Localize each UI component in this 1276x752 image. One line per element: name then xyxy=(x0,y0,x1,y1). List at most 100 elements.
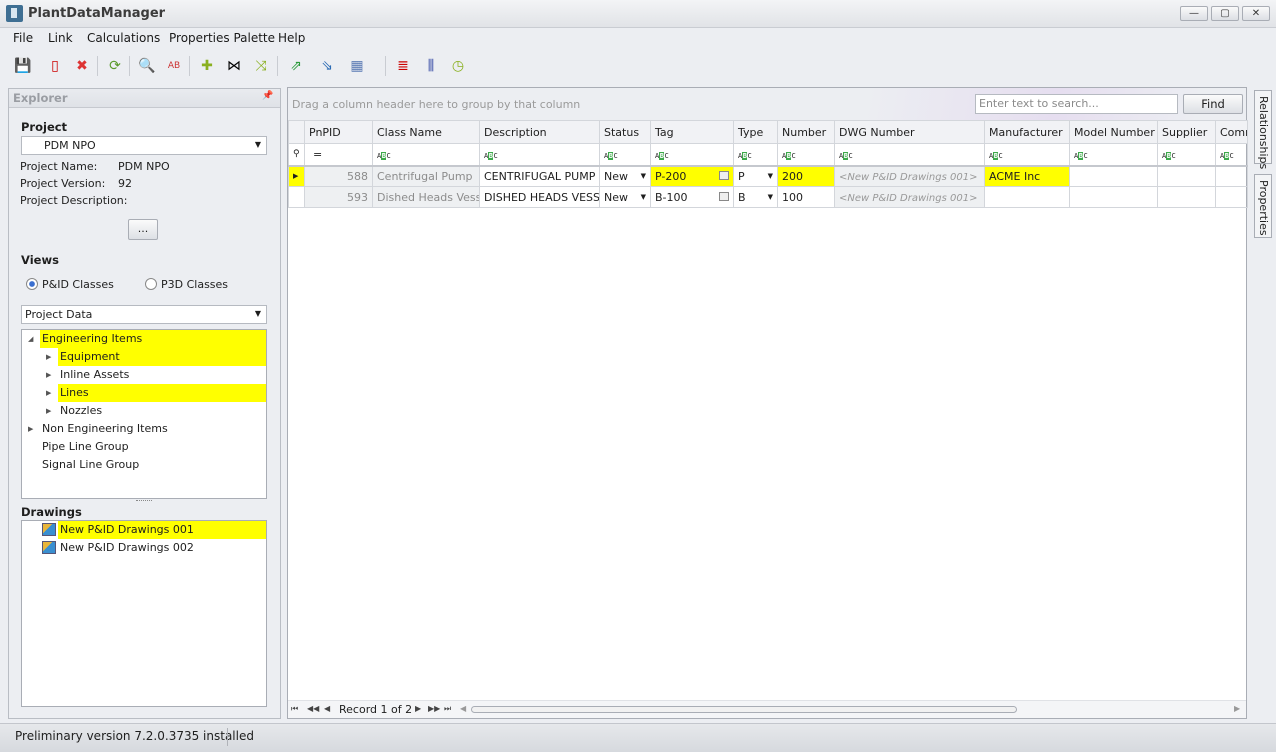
radio-pid-label[interactable]: P&ID Classes xyxy=(42,278,114,291)
cell-manufacturer[interactable]: ACME Inc xyxy=(984,165,1070,187)
cell-supplier[interactable] xyxy=(1157,165,1216,187)
history-icon[interactable]: ◷ xyxy=(448,56,468,76)
add-connected-icon[interactable]: ⋈ xyxy=(224,56,244,76)
radio-pid-classes[interactable] xyxy=(26,278,38,290)
cell-number[interactable]: 100 xyxy=(777,186,835,208)
tab-relationships[interactable]: Relationships xyxy=(1254,90,1272,169)
cell-comm[interactable] xyxy=(1215,186,1248,208)
collapse-icon[interactable]: ◢ xyxy=(28,335,33,343)
tree-item[interactable]: Nozzles xyxy=(58,402,266,420)
column-header[interactable]: Model Number xyxy=(1069,120,1158,144)
first-record-icon[interactable]: ⏮ xyxy=(291,704,298,714)
highlight-colors-icon[interactable]: ≣ xyxy=(393,56,413,76)
column-header[interactable]: Class Name xyxy=(372,120,480,144)
tab-properties[interactable]: Properties xyxy=(1254,174,1272,238)
chevron-down-icon[interactable]: ▼ xyxy=(768,193,773,201)
tree-item[interactable]: Signal Line Group xyxy=(40,456,266,474)
calendar-button-icon[interactable] xyxy=(719,170,729,180)
expand-icon[interactable]: ▶ xyxy=(46,389,51,397)
filter-cell[interactable]: ABC xyxy=(1215,143,1248,167)
column-header[interactable]: Supplier xyxy=(1157,120,1216,144)
cell-tag[interactable]: B-100 xyxy=(650,186,734,208)
pin-icon[interactable]: 📌 xyxy=(262,91,273,101)
shuffle-icon[interactable]: ⤨ xyxy=(251,56,271,76)
column-header[interactable]: DWG Number xyxy=(834,120,985,144)
cell-manufacturer[interactable] xyxy=(984,186,1070,208)
drawing-item[interactable]: New P&ID Drawings 002 xyxy=(58,539,266,557)
search-input[interactable]: Enter text to search... xyxy=(975,94,1178,114)
splitter-handle[interactable] xyxy=(136,500,152,502)
close-document-icon[interactable]: ▯ xyxy=(45,56,65,76)
menu-link[interactable]: Link xyxy=(48,31,73,45)
cell-dwg-number[interactable]: <New P&ID Drawings 001> xyxy=(834,186,985,208)
cell-tag[interactable]: P-200 xyxy=(650,165,734,187)
next-page-icon[interactable]: ▶▶ xyxy=(428,704,440,713)
column-header[interactable]: Number xyxy=(777,120,835,144)
filter-cell[interactable]: ABC xyxy=(650,143,734,167)
cell-description[interactable]: DISHED HEADS VESSEL xyxy=(479,186,600,208)
group-by-area[interactable]: Drag a column header here to group by th… xyxy=(288,88,1246,121)
drawing-item[interactable]: New P&ID Drawings 001 xyxy=(58,521,266,539)
scroll-left-icon[interactable]: ◀ xyxy=(460,704,466,713)
tree-item[interactable]: Non Engineering Items xyxy=(40,420,266,438)
project-select[interactable]: PDM NPO ▼ xyxy=(21,136,267,155)
previous-page-icon[interactable]: ◀◀ xyxy=(307,704,319,713)
save-icon[interactable]: 💾 xyxy=(13,56,33,76)
column-header[interactable]: Description xyxy=(479,120,600,144)
cell-pnpid[interactable]: 593 xyxy=(304,186,373,208)
tree-item[interactable]: Engineering Items xyxy=(40,330,266,348)
expand-icon[interactable]: ▶ xyxy=(46,353,51,361)
chevron-down-icon[interactable]: ▼ xyxy=(641,172,646,180)
column-header[interactable]: Type xyxy=(733,120,778,144)
table-row[interactable]: 593 Dished Heads Vessel DISHED HEADS VESSE… xyxy=(288,186,1248,208)
cell-status[interactable]: ▼ New xyxy=(599,165,651,187)
chevron-down-icon[interactable]: ▼ xyxy=(641,193,646,201)
column-header[interactable]: Status xyxy=(599,120,651,144)
cell-description[interactable]: CENTRIFUGAL PUMP xyxy=(479,165,600,187)
view-select[interactable]: Project Data ▼ xyxy=(21,305,267,324)
cell-type[interactable]: ▼ B xyxy=(733,186,778,208)
tree-item[interactable]: Inline Assets xyxy=(58,366,266,384)
add-icon[interactable]: ✚ xyxy=(197,56,217,76)
maximize-button[interactable]: ▢ xyxy=(1211,6,1239,21)
last-record-icon[interactable]: ⏭ xyxy=(444,704,451,714)
delete-icon[interactable]: ✖ xyxy=(72,56,92,76)
export-icon[interactable]: ⇗ xyxy=(286,56,306,76)
previous-record-icon[interactable]: ◀ xyxy=(324,704,330,713)
cell-pnpid[interactable]: 588 xyxy=(304,165,373,187)
filter-cell[interactable]: ABC xyxy=(372,143,480,167)
filter-cell[interactable]: = xyxy=(304,143,373,167)
chevron-down-icon[interactable]: ▼ xyxy=(768,172,773,180)
menu-file[interactable]: File xyxy=(13,31,33,45)
search-icon[interactable]: 🔍 xyxy=(137,56,157,76)
row-indicator[interactable] xyxy=(288,186,305,208)
menu-properties-palette[interactable]: Properties Palette xyxy=(169,31,275,45)
expand-icon[interactable]: ▶ xyxy=(46,371,51,379)
filter-cell[interactable]: ABC xyxy=(984,143,1070,167)
filter-cell[interactable]: ABC xyxy=(1157,143,1216,167)
table-layout-icon[interactable]: ▦ xyxy=(347,56,367,76)
cell-status[interactable]: ▼ New xyxy=(599,186,651,208)
filter-pin-icon[interactable]: ⚲ xyxy=(288,143,305,167)
cell-model-number[interactable] xyxy=(1069,165,1158,187)
column-header[interactable]: Tag xyxy=(650,120,734,144)
next-record-icon[interactable]: ▶ xyxy=(415,704,421,713)
horizontal-scrollbar[interactable] xyxy=(471,706,1017,713)
table-row[interactable]: ▶ 588 Centrifugal Pump CENTRIFUGAL PUMP ▼ New… xyxy=(288,165,1248,187)
radio-p3d-label[interactable]: P3D Classes xyxy=(161,278,228,291)
column-header[interactable]: Comm xyxy=(1215,120,1248,144)
cell-class-name[interactable]: Centrifugal Pump xyxy=(372,165,480,187)
menu-calculations[interactable]: Calculations xyxy=(87,31,160,45)
refresh-icon[interactable]: ⟳ xyxy=(105,56,125,76)
cell-type[interactable]: ▼ P xyxy=(733,165,778,187)
calendar-button-icon[interactable] xyxy=(719,191,729,201)
scroll-right-icon[interactable]: ▶ xyxy=(1234,704,1240,713)
filter-cell[interactable]: ABC xyxy=(479,143,600,167)
find-button[interactable]: Find xyxy=(1183,94,1243,114)
close-button[interactable]: ✕ xyxy=(1242,6,1270,21)
columns-icon[interactable]: ⫼ xyxy=(421,56,441,76)
filter-cell[interactable]: ABC xyxy=(733,143,778,167)
cell-model-number[interactable] xyxy=(1069,186,1158,208)
tree-item[interactable]: Equipment xyxy=(58,348,266,366)
filter-cell[interactable]: ABC xyxy=(777,143,835,167)
